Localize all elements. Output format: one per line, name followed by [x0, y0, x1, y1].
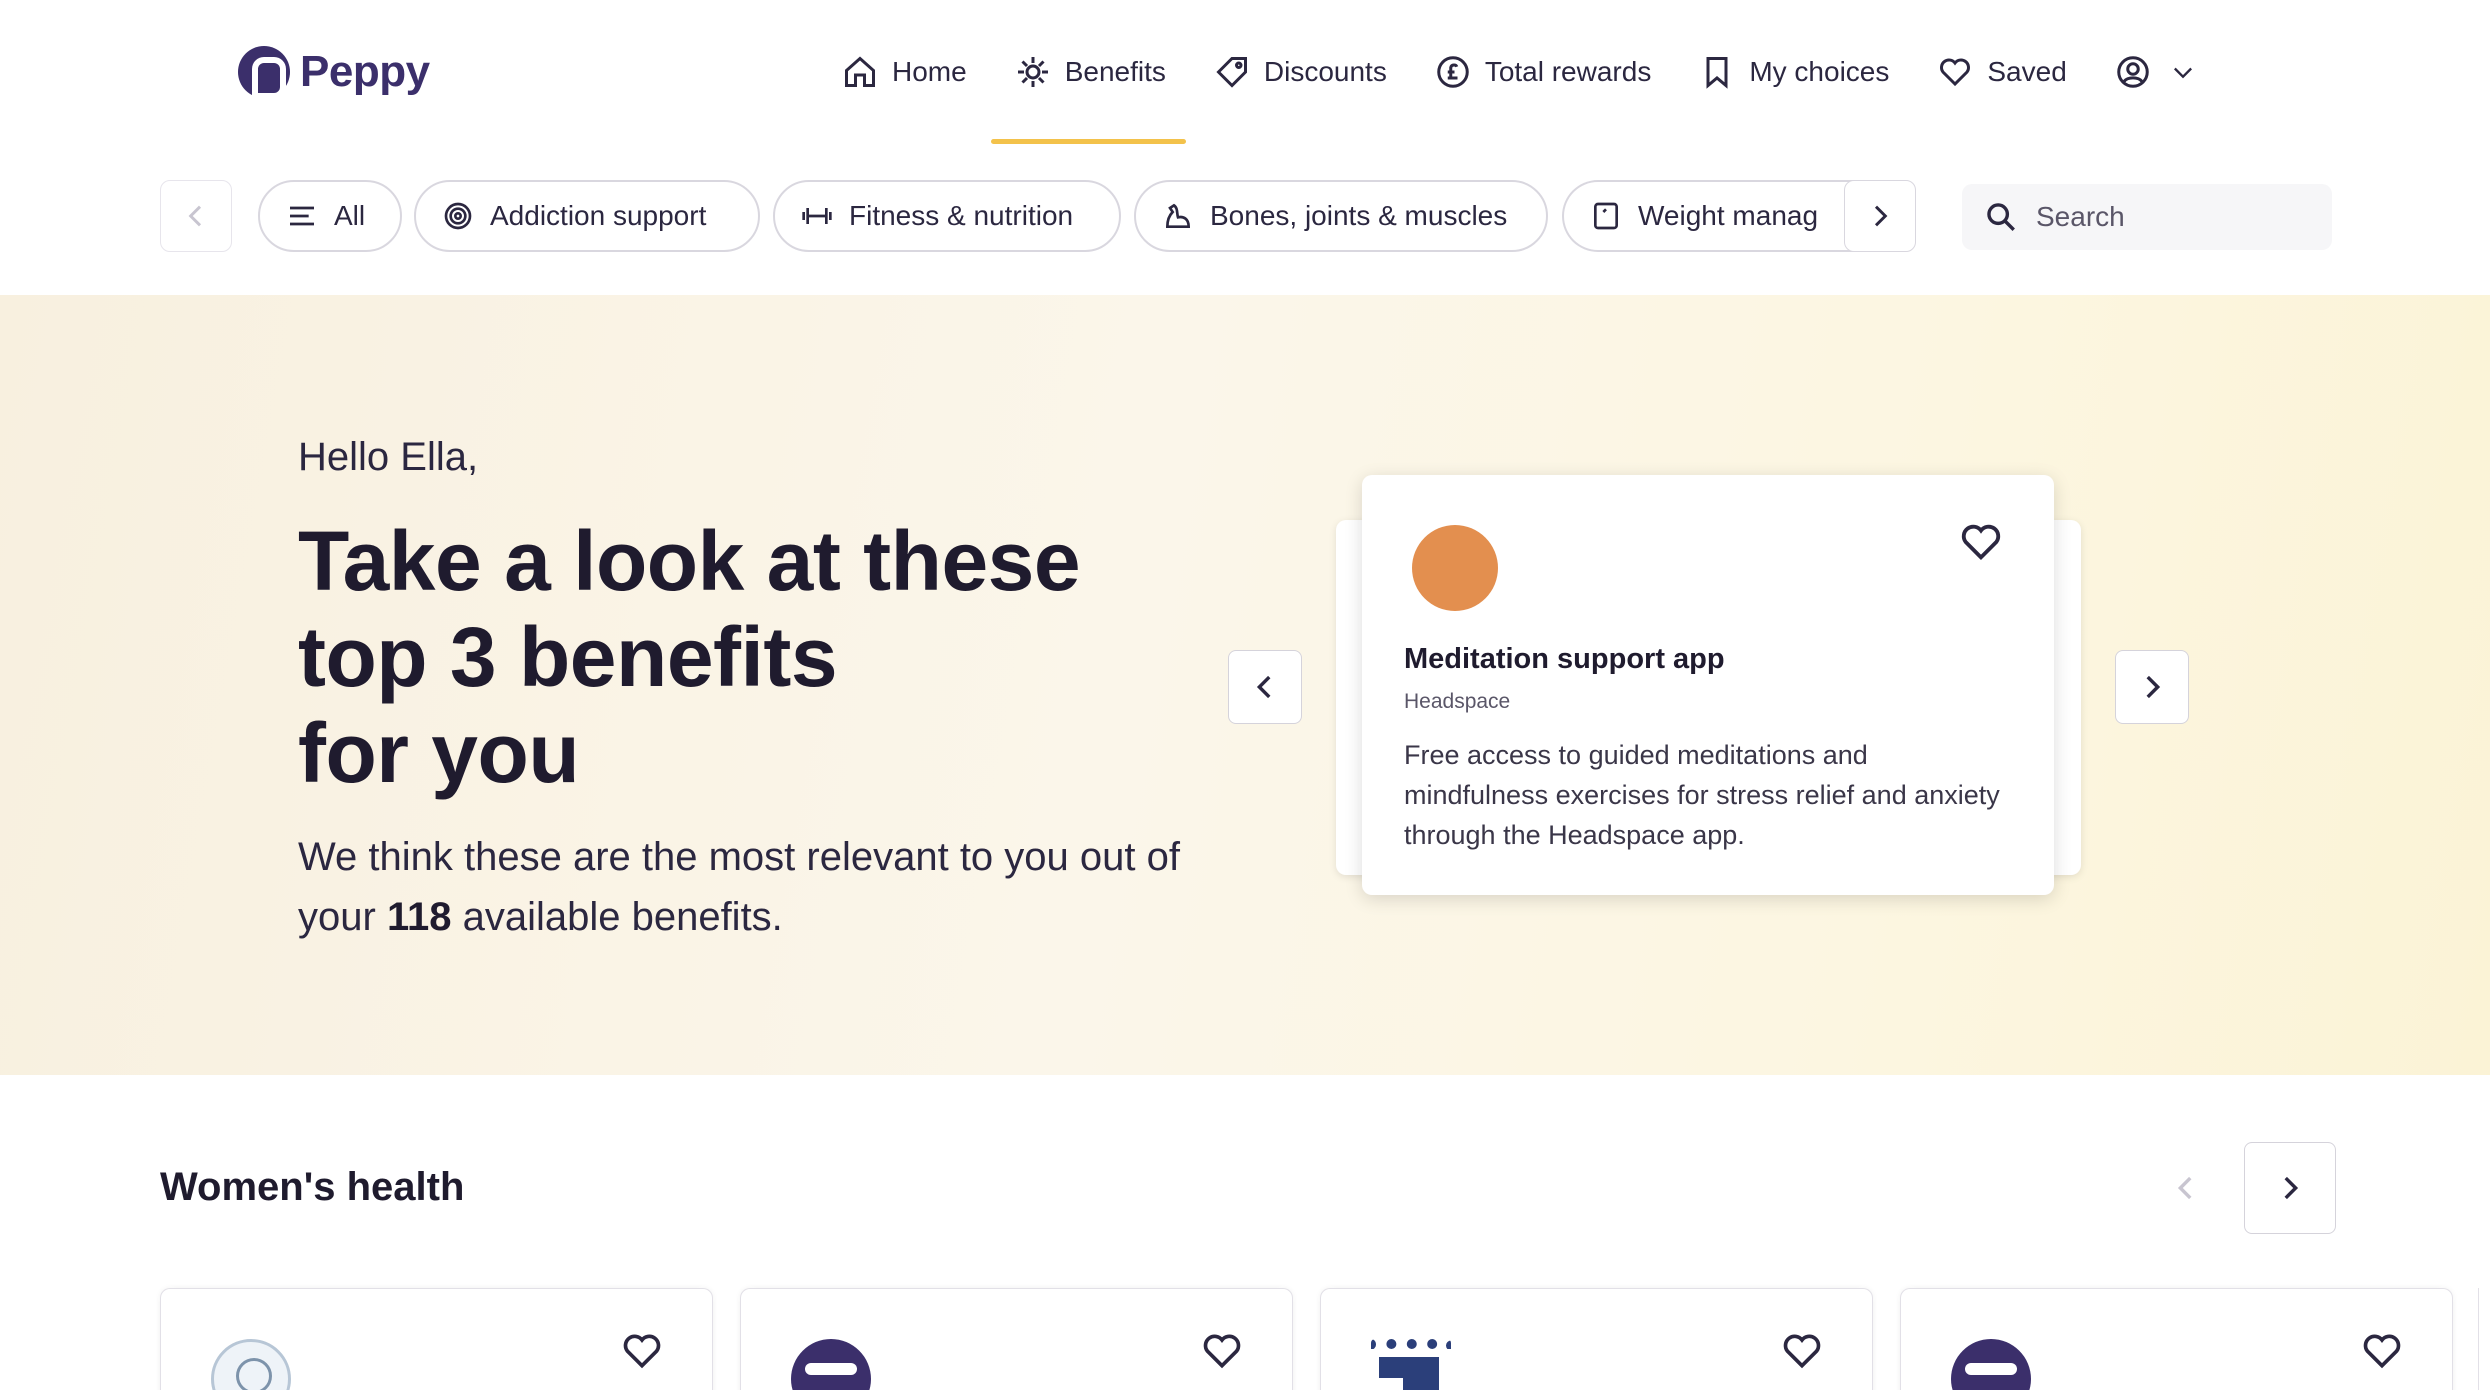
seal-logo	[211, 1339, 291, 1390]
filter-chip-bones-joints-muscles[interactable]: Bones, joints & muscles	[1134, 180, 1548, 252]
list-icon	[290, 206, 314, 226]
nav-item-discounts[interactable]: Discounts	[1214, 46, 1387, 98]
section-scroll-left-button[interactable]	[2140, 1142, 2232, 1234]
nav-item-label: My choices	[1749, 56, 1890, 87]
greeting-text: Hello Ella,	[298, 435, 479, 479]
chevron-down-icon	[2173, 67, 2192, 79]
search-icon	[1987, 203, 2015, 231]
user-circle-icon	[2117, 56, 2149, 88]
home-icon	[845, 56, 875, 87]
chip-label: Weight manag	[1638, 200, 1819, 231]
heart-icon	[623, 1334, 661, 1369]
section-scroll-right-button[interactable]	[2244, 1142, 2336, 1234]
chevron-right-icon	[1874, 205, 1888, 227]
nav-item-my-choices[interactable]: My choices	[1699, 46, 1889, 98]
benefit-title: Meditation support app	[1404, 643, 1725, 675]
nav-item-label: Benefits	[1064, 56, 1166, 87]
filters-scroll-right-button[interactable]	[1844, 180, 1916, 252]
target-icon	[444, 202, 472, 230]
nav-item-benefits[interactable]: Benefits	[990, 46, 1187, 144]
scale-icon	[1594, 202, 1618, 230]
nav-item-label: Home	[892, 56, 967, 87]
benefit-card[interactable]	[1320, 1288, 1873, 1390]
nav-item-total-rewards[interactable]: Total rewards	[1435, 46, 1652, 98]
peppy-logo-mark-icon	[238, 46, 290, 99]
save-benefit-button[interactable]	[620, 1329, 664, 1373]
filter-chip-weight-management[interactable]: Weight manag	[1562, 180, 1862, 252]
chip-label: Addiction support	[490, 200, 707, 231]
save-benefit-button[interactable]	[1958, 519, 2004, 565]
benefit-card[interactable]	[160, 1288, 713, 1390]
benefit-card[interactable]	[740, 1288, 1293, 1390]
featured-benefit-card[interactable]: Meditation support app Headspace Free ac…	[1362, 475, 2054, 895]
dumbbell-icon	[802, 208, 832, 224]
peppy-logo[interactable]: Peppy	[238, 44, 430, 100]
benefit-provider: Headspace	[1404, 690, 1511, 713]
flag-logo	[1371, 1339, 1451, 1390]
filters-scroll-left-button[interactable]	[160, 180, 232, 252]
benefit-card[interactable]	[1900, 1288, 2453, 1390]
filter-chip-fitness-nutrition[interactable]: Fitness & nutrition	[773, 180, 1121, 252]
peppy-logo	[791, 1339, 871, 1390]
benefit-card-partial	[2478, 1288, 2490, 1390]
chevron-left-icon	[2177, 1176, 2192, 1200]
peppy-logo	[1951, 1339, 2031, 1390]
chevron-right-icon	[2284, 1176, 2299, 1200]
main-nav: Home Benefits Discounts Total rewards My…	[842, 46, 2197, 144]
tag-icon	[1216, 57, 1247, 88]
heart-icon	[1961, 524, 2001, 561]
heart-icon	[1940, 58, 1971, 87]
nav-item-label: Discounts	[1263, 56, 1387, 87]
heart-icon	[1783, 1334, 1821, 1369]
chip-label: Bones, joints & muscles	[1210, 200, 1508, 231]
chip-label: All	[334, 200, 366, 231]
headline-line: top 3 benefits	[298, 610, 838, 704]
available-benefits-count: 118	[386, 895, 452, 939]
recommendations-hero: Hello Ella, Take a look at these top 3 b…	[0, 295, 2490, 1075]
chevron-left-icon	[188, 205, 202, 227]
top-navigation: Peppy Home Benefits Discounts Total rewa…	[0, 0, 2490, 145]
muscle-icon	[1165, 203, 1191, 228]
filter-chip-all[interactable]: All	[258, 180, 402, 252]
chevron-left-icon	[1256, 675, 1271, 699]
heart-icon	[2363, 1334, 2401, 1369]
account-menu[interactable]	[2115, 46, 2197, 98]
filter-chip-addiction-support[interactable]: Addiction support	[414, 180, 760, 252]
headline-line: Take a look at these	[298, 514, 1081, 608]
chip-label: Fitness & nutrition	[849, 200, 1074, 231]
save-benefit-button[interactable]	[1780, 1329, 1824, 1373]
headspace-logo	[1412, 525, 1498, 611]
save-benefit-button[interactable]	[1200, 1329, 1244, 1373]
carousel-next-button[interactable]	[2115, 650, 2189, 724]
search-box	[1962, 184, 2332, 250]
hero-subtext: We think these are the most relevant to …	[298, 827, 1198, 947]
section-title: Women's health	[160, 1165, 465, 1209]
subtext-part: available benefits.	[451, 895, 783, 939]
benefit-description: Free access to guided meditations and mi…	[1404, 740, 2000, 850]
search-input[interactable]	[2036, 201, 2296, 233]
nav-item-label: Saved	[1987, 56, 2067, 87]
category-filter-bar: All Addiction support Fitness & nutritio…	[0, 180, 2490, 260]
pound-coin-icon	[1437, 56, 1469, 88]
bookmark-icon	[1706, 57, 1728, 89]
hero-headline: Take a look at these top 3 benefits for …	[298, 513, 1198, 801]
nav-item-saved[interactable]: Saved	[1937, 46, 2067, 98]
save-benefit-button[interactable]	[2360, 1329, 2404, 1373]
nav-item-label: Total rewards	[1484, 56, 1652, 87]
heart-icon	[1203, 1334, 1241, 1369]
nav-item-home[interactable]: Home	[842, 46, 967, 98]
carousel-prev-button[interactable]	[1228, 650, 1302, 724]
brand-name: Peppy	[300, 47, 430, 96]
chevron-right-icon	[2146, 675, 2161, 699]
sparkle-icon	[1017, 57, 1048, 87]
headline-line: for you	[298, 706, 580, 800]
